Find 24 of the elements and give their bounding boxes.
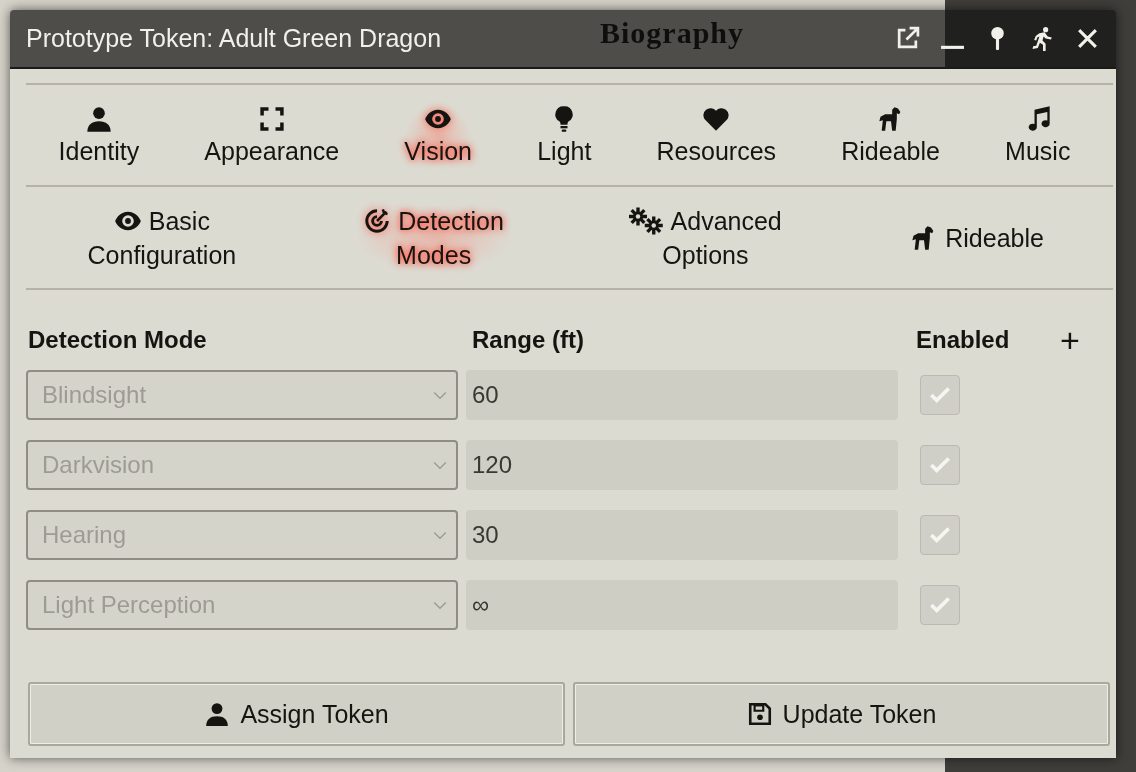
tab[interactable]: Advanced Options [625,203,786,272]
window-title: Prototype Token: Adult Green Dragon [26,24,442,53]
column-header: Range (ft) [472,326,585,354]
tab[interactable]: Light [537,104,592,166]
tab[interactable]: Rideable [841,104,940,166]
button[interactable]: Update Token [573,682,1110,746]
frame-corners-icon [257,104,286,133]
tab[interactable]: Rideable [897,220,1058,255]
target-icon [363,206,392,235]
column-header: Enabled [916,326,1011,354]
tab[interactable]: Music [1005,104,1071,166]
person-icon [204,701,231,727]
person-icon [84,104,113,133]
tab[interactable]: Basic Configuration [81,203,242,272]
column-header: Detection Mode [27,326,208,354]
gears-icon [629,206,665,235]
close-icon[interactable] [1075,26,1100,51]
running-figure-icon[interactable] [1030,26,1055,51]
tab[interactable]: Appearance [204,104,340,166]
popout-icon[interactable] [895,26,920,51]
button[interactable]: Assign Token [28,682,565,746]
add-button[interactable]: + [1060,323,1080,357]
tab[interactable]: Identity [58,104,140,166]
tab[interactable]: Resources [656,104,777,166]
